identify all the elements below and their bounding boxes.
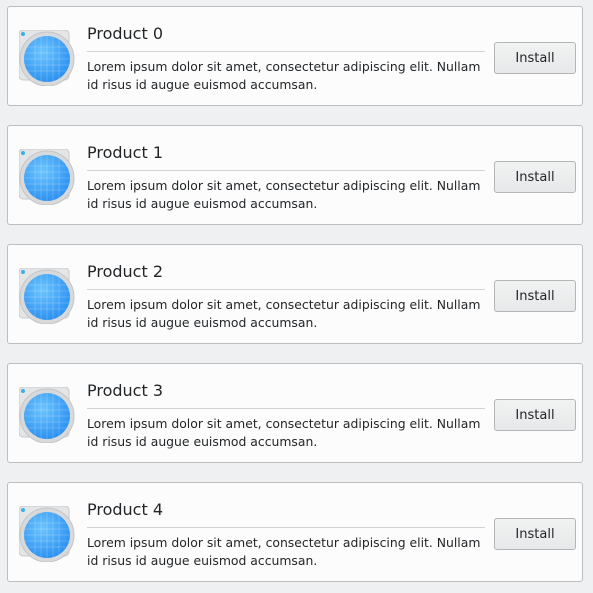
install-button[interactable]: Install [494,399,576,431]
product-card: Product 1 Lorem ipsum dolor sit amet, co… [7,125,583,225]
title-separator [87,527,485,528]
product-card: Product 3 Lorem ipsum dolor sit amet, co… [7,363,583,463]
title-separator [87,408,485,409]
product-title: Product 2 [87,262,164,281]
product-card: Product 4 Lorem ipsum dolor sit amet, co… [7,482,583,582]
product-title: Product 0 [87,24,164,43]
install-button[interactable]: Install [494,280,576,312]
product-card: Product 2 Lorem ipsum dolor sit amet, co… [7,244,583,344]
product-description: Lorem ipsum dolor sit amet, consectetur … [87,297,481,330]
product-title: Product 3 [87,381,164,400]
product-description: Lorem ipsum dolor sit amet, consectetur … [87,59,481,92]
globe-icon [19,268,75,324]
title-separator [87,289,485,290]
install-button[interactable]: Install [494,161,576,193]
product-list: Product 0 Lorem ipsum dolor sit amet, co… [0,0,593,593]
install-button[interactable]: Install [494,518,576,550]
globe-icon [19,506,75,562]
title-separator [87,51,485,52]
product-description: Lorem ipsum dolor sit amet, consectetur … [87,178,481,211]
product-description: Lorem ipsum dolor sit amet, consectetur … [87,416,481,449]
title-separator [87,170,485,171]
install-button[interactable]: Install [494,42,576,74]
product-title: Product 1 [87,143,164,162]
globe-icon [19,149,75,205]
product-card: Product 0 Lorem ipsum dolor sit amet, co… [7,6,583,106]
globe-icon [19,30,75,86]
product-description: Lorem ipsum dolor sit amet, consectetur … [87,535,481,568]
product-title: Product 4 [87,500,164,519]
globe-icon [19,387,75,443]
